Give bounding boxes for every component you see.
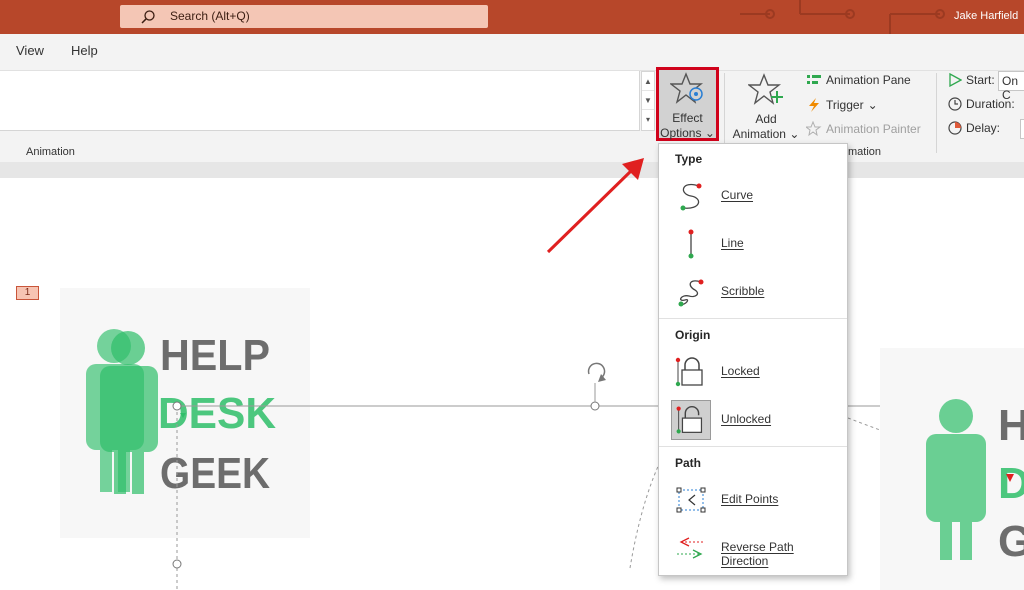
menu-item-label: Curve — [721, 188, 754, 202]
user-name[interactable]: Jake Harfield — [954, 10, 1024, 22]
lightning-icon — [809, 98, 819, 112]
ribbon: ▲ ▼ ▾ Animation Effect Options ⌄ Add Ani… — [0, 67, 1024, 162]
ribbon-separator — [936, 73, 937, 153]
logo-wordmark: HELP DESK GEEK — [158, 331, 276, 498]
menu-header-origin: Origin — [675, 328, 711, 342]
logo-wordmark-right: H D G — [998, 401, 1024, 566]
curve-path-icon — [680, 183, 702, 211]
rotate-handle-icon[interactable] — [587, 362, 606, 382]
slide-content: HELP DESK GEEK H D G — [60, 288, 1024, 590]
add-animation-label-row: Animation ⌄ — [730, 127, 802, 142]
logo-word-help-right: H — [998, 401, 1024, 450]
locked-icon — [675, 357, 703, 387]
reverse-path-icon — [677, 537, 705, 559]
unlocked-icon — [671, 400, 711, 440]
ribbon-separator — [724, 73, 725, 153]
add-animation-star-icon — [746, 73, 783, 105]
animation-pane-icon — [807, 75, 821, 84]
clock-icon — [948, 97, 962, 111]
menu-bar: View Help — [0, 34, 1024, 70]
menu-item-locked[interactable]: Locked — [667, 350, 843, 394]
delay-label: Delay: — [966, 121, 1001, 135]
logo-word-desk: DESK — [158, 389, 276, 438]
add-animation-label-1: Add — [755, 112, 777, 126]
chevron-down-icon: ⌄ — [867, 98, 878, 112]
duration-label-row: Duration: — [948, 97, 1015, 111]
effect-options-label-1: Effect — [672, 111, 703, 125]
delay-label-row: Delay: — [948, 121, 1000, 135]
menu-item-label: Edit Points — [721, 492, 779, 506]
menu-header-path: Path — [675, 456, 702, 470]
menu-item-label: Unlocked — [721, 412, 772, 426]
animation-painter-label: Animation Painter — [826, 122, 921, 136]
menu-item-scribble[interactable]: Scribble — [667, 270, 843, 314]
menu-header-type: Type — [675, 152, 703, 166]
start-label-row: Start: — [948, 73, 995, 87]
effect-options-label-2: Options — [660, 126, 702, 140]
animation-pane-label: Animation Pane — [826, 73, 911, 87]
powerpoint-window: Search (Alt+Q) Jake Harfield View Help ▲… — [0, 0, 1024, 590]
search-box[interactable]: Search (Alt+Q) — [120, 5, 488, 28]
effect-options-star-icon — [668, 72, 703, 104]
add-animation-label-2: Animation — [732, 127, 786, 141]
menu-item-reverse-path-direction[interactable]: Reverse Path Direction — [667, 526, 843, 570]
animation-gallery[interactable] — [0, 71, 640, 131]
menu-item-edit-points[interactable]: Edit Points — [667, 478, 843, 522]
animation-pane-button[interactable]: Animation Pane — [806, 73, 911, 87]
start-label: Start: — [966, 73, 995, 87]
path-handle[interactable] — [172, 401, 182, 411]
scribble-path-icon — [678, 279, 704, 307]
animation-group-label: Animation — [26, 146, 75, 158]
search-placeholder: Search (Alt+Q) — [170, 9, 250, 23]
menu-item-label: Reverse Path Direction — [721, 540, 794, 568]
add-animation-button[interactable]: Add Animation ⌄ — [730, 71, 802, 141]
trigger-button[interactable]: Trigger ⌄ — [806, 97, 878, 113]
play-icon — [949, 73, 962, 87]
animation-painter-button[interactable]: Animation Painter — [806, 121, 921, 137]
gallery-scroll-up-icon[interactable]: ▲ — [642, 72, 654, 91]
animation-painter-icon — [806, 121, 822, 137]
menu-item-line[interactable]: Line — [667, 222, 843, 266]
delay-input[interactable] — [1020, 119, 1024, 139]
menu-item-unlocked[interactable]: Unlocked — [667, 398, 843, 442]
tab-view[interactable]: View — [16, 43, 44, 58]
title-bar-decoration — [740, 0, 945, 34]
gallery-scrollbar[interactable]: ▲ ▼ ▾ — [641, 71, 655, 131]
menu-item-label: Scribble — [721, 284, 765, 298]
menu-item-curve[interactable]: Curve — [667, 174, 843, 218]
search-icon — [141, 10, 155, 24]
gallery-expand-icon[interactable]: ▾ — [642, 110, 654, 129]
logo-word-geek-right: G — [998, 517, 1024, 566]
logo-word-help: HELP — [160, 331, 270, 380]
gallery-scroll-down-icon[interactable]: ▼ — [642, 91, 654, 110]
menu-item-label: Locked — [721, 364, 760, 378]
advanced-animation-group-label: mation — [848, 146, 882, 158]
trigger-label: Trigger — [826, 98, 864, 112]
line-path-icon — [688, 229, 694, 259]
effect-options-button[interactable]: Effect Options ⌄ — [656, 67, 719, 141]
logo-word-desk-right: D — [998, 459, 1024, 508]
effect-options-menu: Type Curve Line Scribble Origin Locked U… — [658, 143, 848, 576]
chevron-down-icon: ⌄ — [785, 127, 800, 141]
menu-separator — [659, 318, 847, 319]
edit-points-icon — [676, 487, 706, 513]
tab-help[interactable]: Help — [71, 43, 98, 58]
effect-options-label-row: Options ⌄ — [659, 126, 716, 141]
start-select[interactable]: On C — [998, 71, 1024, 102]
delay-icon — [948, 121, 962, 135]
menu-item-label: Line — [721, 236, 744, 250]
path-handle[interactable] — [590, 401, 600, 411]
title-bar: Search (Alt+Q) Jake Harfield — [0, 0, 1024, 34]
annotation-arrow-icon — [546, 158, 644, 254]
path-handle[interactable] — [172, 559, 182, 569]
duration-label: Duration: — [966, 97, 1015, 111]
chevron-down-icon: ⌄ — [701, 126, 715, 140]
menu-separator — [659, 446, 847, 447]
